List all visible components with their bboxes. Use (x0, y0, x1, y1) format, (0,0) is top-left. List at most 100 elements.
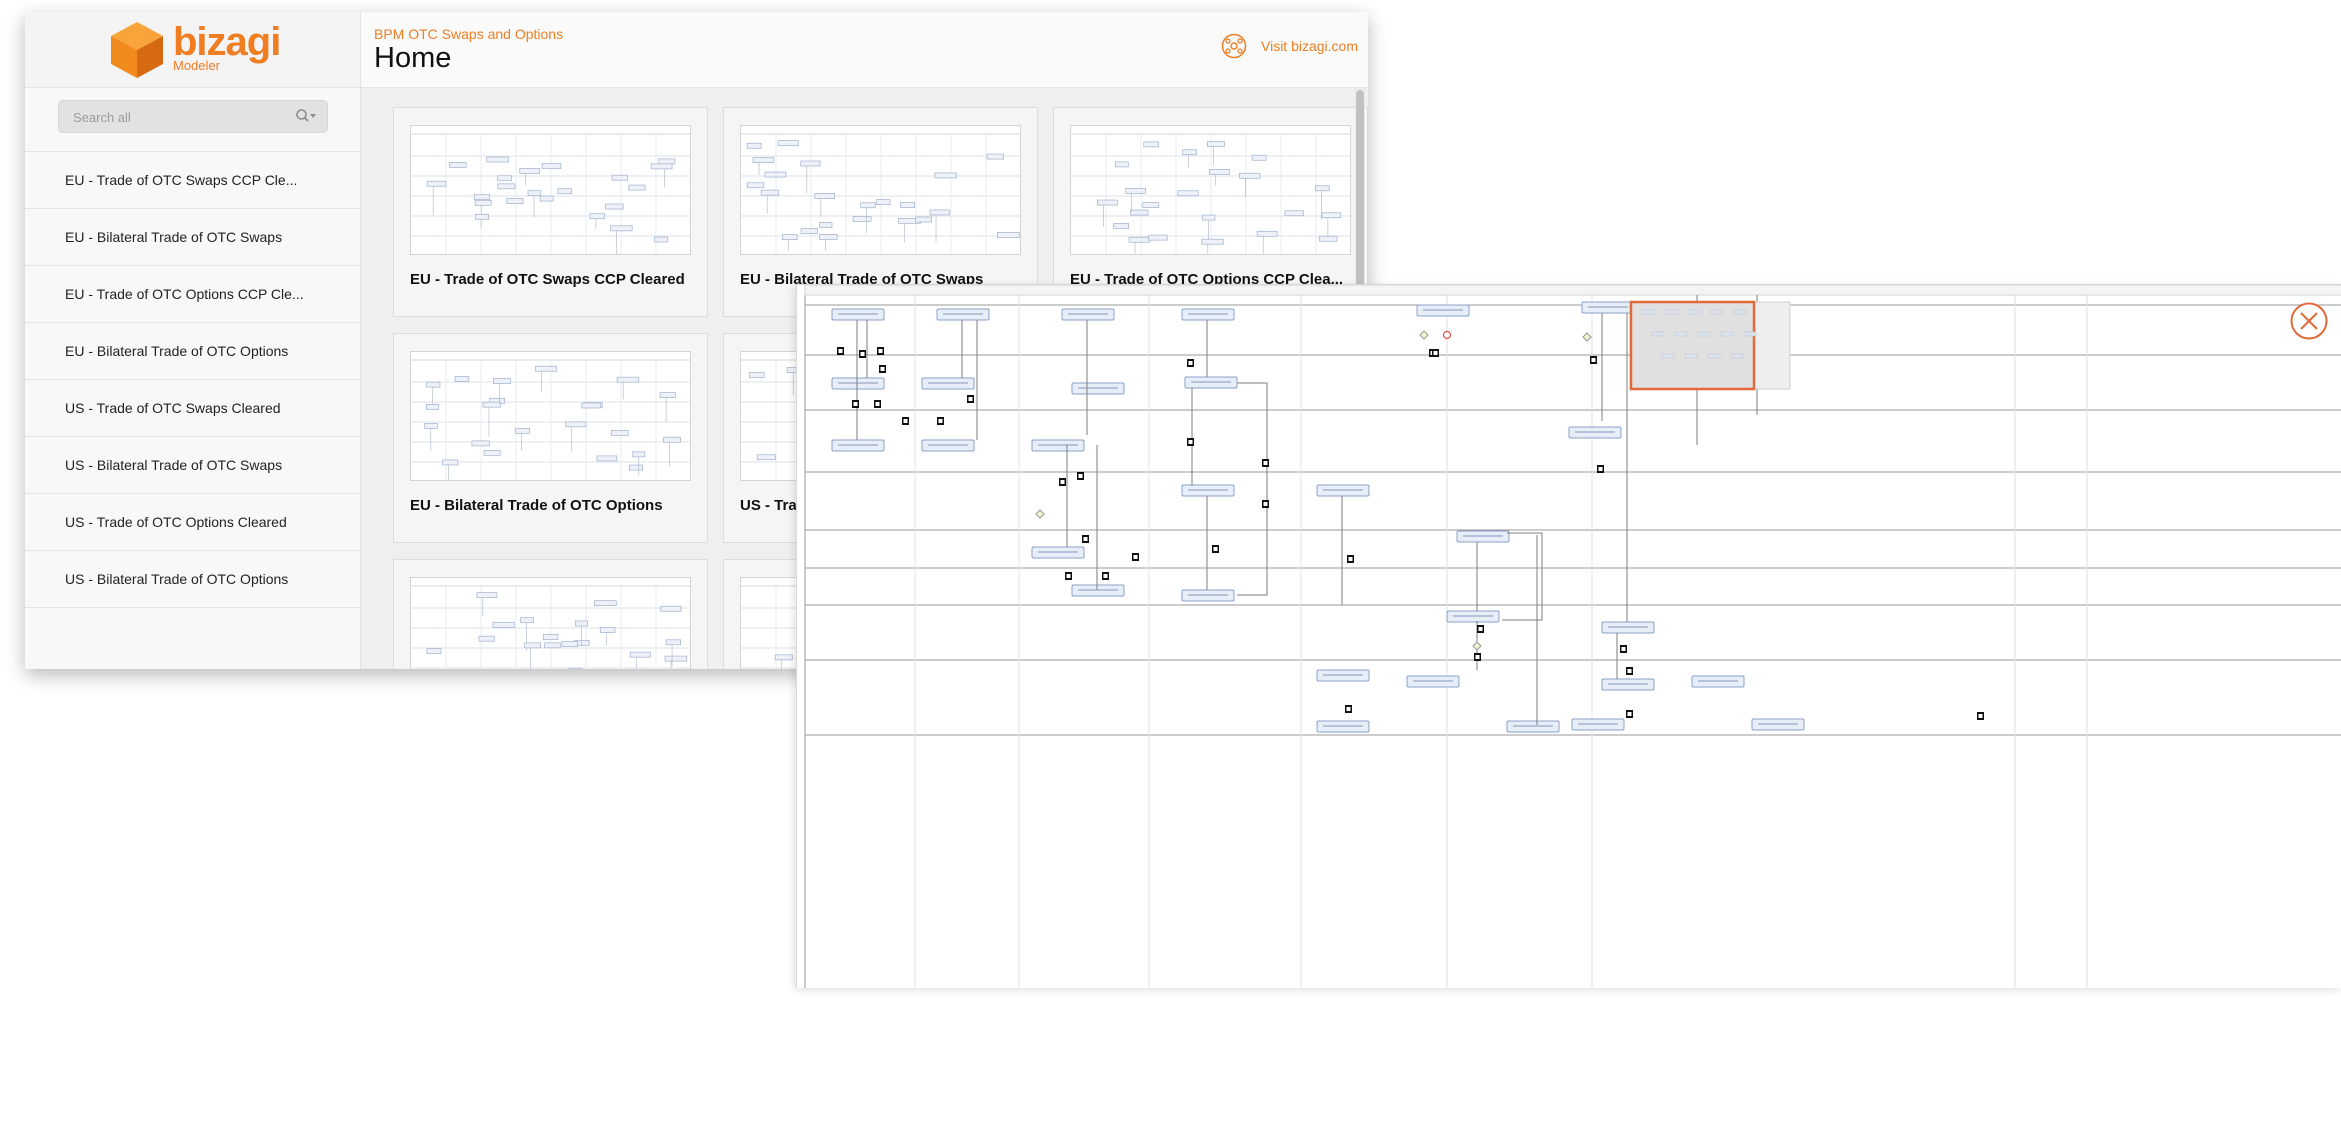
sidebar-item[interactable]: US - Trade of OTC Options Cleared (25, 493, 360, 550)
sidebar-item[interactable]: EU - Bilateral Trade of OTC Options (25, 322, 360, 379)
task-shape (1148, 234, 1168, 241)
task-shape (800, 160, 821, 167)
task-shape (929, 209, 951, 216)
task-shape (1321, 212, 1342, 219)
sidebar-item-label: US - Bilateral Trade of OTC Options (65, 571, 289, 587)
task-shape (1113, 223, 1129, 229)
task-shape (542, 634, 559, 640)
task-shape (497, 175, 513, 182)
task-shape (628, 464, 644, 471)
breadcrumb[interactable]: BPM OTC Swaps and Options (374, 26, 563, 42)
task-shape (875, 199, 891, 206)
sidebar-item-label: EU - Trade of OTC Swaps CCP Cle... (65, 172, 298, 188)
sidebar-item[interactable]: EU - Trade of OTC Swaps CCP Cle... (25, 151, 360, 208)
gateway (1035, 509, 1045, 519)
task-shape (473, 194, 490, 201)
task-shape (1284, 210, 1305, 217)
task-shape (1319, 235, 1338, 242)
task-shape (426, 403, 440, 410)
task-shape (915, 216, 932, 223)
task-shape (1129, 209, 1149, 216)
process-card[interactable]: EU - Bilateral Trade of OTC Options (393, 333, 708, 543)
task-shape (629, 651, 651, 658)
search-field[interactable] (58, 100, 328, 134)
task-shape (1239, 172, 1261, 179)
sidebar-item[interactable]: US - Bilateral Trade of OTC Swaps (25, 436, 360, 493)
task-shape (524, 642, 541, 649)
sidebar-item-label: US - Trade of OTC Options Cleared (65, 514, 287, 530)
process-card[interactable]: EU - Trade of OTC Swaps CCP Cleared (393, 107, 708, 317)
header: BPM OTC Swaps and Options Home Visit biz… (361, 12, 1368, 88)
task-shape (934, 172, 957, 179)
search-icon[interactable] (295, 108, 317, 124)
task-shape (986, 153, 1004, 160)
task-shape (746, 142, 762, 149)
diagram-thumbnail (410, 577, 691, 669)
sidebar-item-label: EU - Trade of OTC Options CCP Cle... (65, 286, 304, 302)
task-shape (520, 617, 534, 624)
task-shape (581, 402, 601, 409)
task-shape (515, 427, 530, 434)
close-icon[interactable] (2290, 302, 2328, 340)
task-shape (535, 365, 558, 372)
gateway (1472, 641, 1482, 651)
task-shape (997, 232, 1020, 238)
task-shape (852, 216, 872, 222)
sidebar-item-label: US - Bilateral Trade of OTC Swaps (65, 457, 283, 473)
sidebar-item[interactable]: EU - Trade of OTC Options CCP Cle... (25, 265, 360, 322)
task-shape (819, 234, 838, 240)
task-shape (658, 158, 676, 165)
task-shape (1256, 230, 1278, 237)
task-shape (519, 168, 540, 174)
task-shape (760, 189, 780, 196)
task-shape (561, 641, 579, 647)
process-diagram-viewer[interactable] (796, 284, 2341, 988)
process-card[interactable] (393, 559, 708, 669)
task-shape (774, 654, 793, 661)
task-shape (752, 157, 775, 164)
task-shape (486, 156, 509, 163)
task-shape (611, 174, 628, 181)
task-shape (756, 454, 776, 461)
task-shape (650, 163, 673, 170)
process-list: EU - Trade of OTC Swaps CCP Cle... EU - … (25, 151, 360, 608)
task-shape (426, 381, 441, 388)
task-shape (632, 451, 646, 458)
task-shape (610, 225, 633, 232)
task-shape (665, 639, 681, 646)
sidebar-item-label: US - Trade of OTC Swaps Cleared (65, 400, 281, 416)
task-shape (426, 648, 442, 654)
sidebar-item[interactable]: US - Bilateral Trade of OTC Options (25, 550, 360, 608)
task-shape (426, 180, 447, 187)
task-shape (900, 202, 915, 209)
task-shape (497, 183, 516, 190)
gateway (1582, 332, 1592, 342)
visit-bizagi-link[interactable]: Visit bizagi.com (1221, 33, 1358, 59)
card-title: EU - Trade of OTC Swaps CCP Cleared (410, 271, 685, 288)
task-shape (610, 430, 629, 436)
task-shape (777, 140, 799, 146)
column-header-band (804, 285, 2341, 296)
sidebar-item[interactable]: US - Trade of OTC Swaps Cleared (25, 379, 360, 436)
task-shape (1202, 214, 1216, 221)
task-shape (1182, 149, 1197, 156)
task-shape (1128, 236, 1151, 243)
task-shape (474, 199, 492, 206)
sidebar-item[interactable]: EU - Bilateral Trade of OTC Swaps (25, 208, 360, 265)
brand-product: Modeler (173, 58, 220, 73)
task-shape (539, 195, 554, 202)
end-event (1442, 330, 1452, 340)
sidebar: bizagi Modeler EU - Trade of OTC Swaps C… (25, 12, 361, 669)
sidebar-item-label: EU - Bilateral Trade of OTC Options (65, 343, 289, 359)
task-shape (567, 667, 583, 669)
task-shape (471, 440, 490, 447)
search-input[interactable] (59, 101, 285, 134)
diagram-thumbnail (410, 351, 691, 481)
diagram-thumbnail (740, 125, 1021, 255)
task-shape (1201, 238, 1224, 245)
task-shape (492, 622, 515, 628)
task-shape (605, 203, 624, 210)
logo: bizagi Modeler (25, 12, 360, 88)
process-diagram[interactable] (797, 285, 2341, 988)
card-title: EU - Bilateral Trade of OTC Options (410, 497, 663, 514)
